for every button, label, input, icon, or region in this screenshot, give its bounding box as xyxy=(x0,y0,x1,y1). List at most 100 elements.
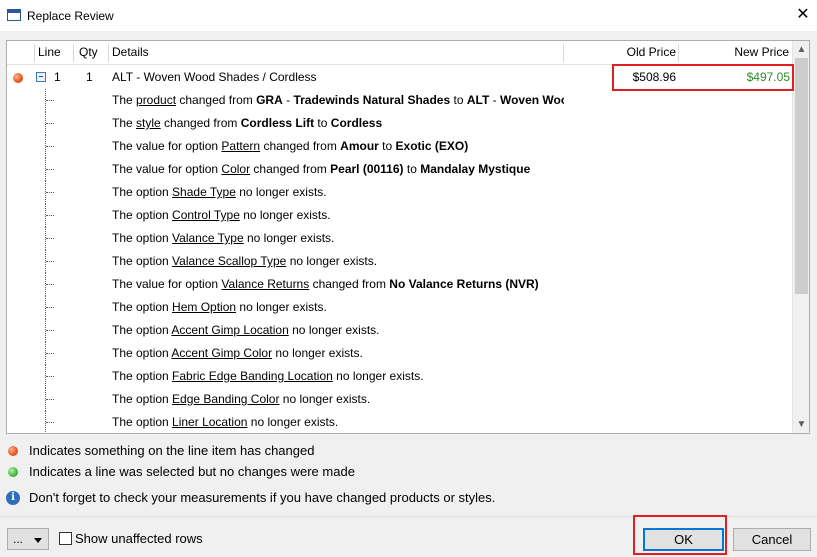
option-name-link[interactable]: Valance Scallop Type xyxy=(172,254,286,268)
option-name-link[interactable]: Valance Returns xyxy=(221,277,309,291)
price-highlight-box xyxy=(612,64,794,91)
option-name-link[interactable]: Control Type xyxy=(172,208,240,222)
change-detail-row[interactable]: The option Accent Gimp Color no longer e… xyxy=(7,342,792,365)
change-detail-row[interactable]: The option Valance Type no longer exists… xyxy=(7,227,792,250)
show-unaffected-rows-checkbox[interactable] xyxy=(59,532,72,545)
detail-text: - xyxy=(489,93,500,107)
column-header-qty[interactable]: Qty xyxy=(79,41,98,65)
column-separator[interactable] xyxy=(563,44,564,62)
scroll-up-arrow-icon[interactable]: ▲ xyxy=(793,41,809,58)
green-dot-icon xyxy=(8,467,18,477)
scroll-down-arrow-icon[interactable]: ▼ xyxy=(793,416,809,433)
window-title: Replace Review xyxy=(27,9,114,23)
change-detail-row[interactable]: The option Liner Location no longer exis… xyxy=(7,411,792,433)
detail-text: The option xyxy=(112,208,173,222)
show-unaffected-rows-label[interactable]: Show unaffected rows xyxy=(75,531,203,547)
tree-connector-branch xyxy=(46,215,54,216)
title-bar: Replace Review ✕ xyxy=(0,0,817,31)
column-separator[interactable] xyxy=(73,44,74,62)
value-text: Mandalay Mystique xyxy=(420,162,531,176)
detail-text: changed from xyxy=(309,277,390,291)
cancel-button[interactable]: Cancel xyxy=(733,528,811,551)
detail-text: no longer exists. xyxy=(243,231,335,245)
legend-unchanged-text: Indicates a line was selected but no cha… xyxy=(29,464,355,479)
change-detail-row[interactable]: The option Accent Gimp Location no longe… xyxy=(7,319,792,342)
change-detail-text: The option Accent Gimp Location no longe… xyxy=(112,319,564,342)
detail-text: no longer exists. xyxy=(288,323,380,337)
change-detail-text: The style changed from Cordless Lift to … xyxy=(112,112,564,135)
option-name-link[interactable]: Accent Gimp Location xyxy=(171,323,288,337)
grid-rows: 1 1 ALT - Woven Wood Shades / Cordless $… xyxy=(7,66,792,433)
column-separator[interactable] xyxy=(108,44,109,62)
detail-text: The value for option xyxy=(112,277,222,291)
vertical-scrollbar[interactable]: ▲ ▼ xyxy=(792,41,809,433)
tree-connector-branch xyxy=(46,123,54,124)
column-header-details[interactable]: Details xyxy=(112,41,149,65)
collapse-toggle-icon[interactable] xyxy=(36,72,46,82)
window-icon xyxy=(7,9,21,21)
detail-text: to xyxy=(378,139,396,153)
change-detail-text: The option Hem Option no longer exists. xyxy=(112,296,564,319)
change-detail-row[interactable]: The option Shade Type no longer exists. xyxy=(7,181,792,204)
scrollbar-thumb[interactable] xyxy=(795,58,808,294)
option-name-link[interactable]: Color xyxy=(221,162,250,176)
quantity: 1 xyxy=(86,70,93,84)
option-name-link[interactable]: style xyxy=(136,116,161,130)
close-icon[interactable]: ✕ xyxy=(795,6,811,24)
column-header-new-price[interactable]: New Price xyxy=(682,41,789,65)
detail-text: The option xyxy=(112,369,173,383)
value-text: Exotic (EXO) xyxy=(395,139,469,153)
value-text: Amour xyxy=(340,139,379,153)
detail-text: changed from xyxy=(250,162,331,176)
option-name-link[interactable]: Shade Type xyxy=(172,185,236,199)
ok-highlight-box xyxy=(633,515,727,555)
more-actions-label: ... xyxy=(13,532,24,546)
change-detail-row[interactable]: The product changed from GRA - Tradewind… xyxy=(7,89,792,112)
option-name-link[interactable]: Edge Banding Color xyxy=(172,392,279,406)
change-detail-row[interactable]: The value for option Color changed from … xyxy=(7,158,792,181)
column-header-old-price[interactable]: Old Price xyxy=(567,41,676,65)
more-actions-dropdown-button[interactable]: ... xyxy=(7,528,49,550)
option-name-link[interactable]: Pattern xyxy=(221,139,260,153)
change-detail-row[interactable]: The option Hem Option no longer exists. xyxy=(7,296,792,319)
value-text: Cordless xyxy=(330,116,383,130)
change-detail-text: The option Accent Gimp Color no longer e… xyxy=(112,342,564,365)
option-name-link[interactable]: Valance Type xyxy=(172,231,244,245)
change-detail-text: The option Liner Location no longer exis… xyxy=(112,411,564,433)
column-separator[interactable] xyxy=(678,44,679,62)
detail-text: The option xyxy=(112,346,172,360)
change-detail-row[interactable]: The style changed from Cordless Lift to … xyxy=(7,112,792,135)
change-detail-row[interactable]: The option Valance Scallop Type no longe… xyxy=(7,250,792,273)
option-name-link[interactable]: Accent Gimp Color xyxy=(171,346,272,360)
detail-text: changed from xyxy=(260,139,341,153)
changed-status-dot-icon xyxy=(13,73,23,83)
column-separator[interactable] xyxy=(34,44,35,62)
chevron-down-icon xyxy=(34,538,42,543)
option-name-link[interactable]: Liner Location xyxy=(172,415,247,429)
tree-connector-branch xyxy=(46,261,54,262)
change-detail-text: The option Shade Type no longer exists. xyxy=(112,181,564,204)
change-detail-row[interactable]: The option Control Type no longer exists… xyxy=(7,204,792,227)
change-detail-row[interactable]: The option Fabric Edge Banding Location … xyxy=(7,365,792,388)
tree-connector-branch xyxy=(46,169,54,170)
option-name-link[interactable]: Hem Option xyxy=(172,300,236,314)
change-detail-text: The option Control Type no longer exists… xyxy=(112,204,564,227)
change-detail-text: The value for option Valance Returns cha… xyxy=(112,273,564,296)
change-detail-row[interactable]: The value for option Pattern changed fro… xyxy=(7,135,792,158)
change-detail-row[interactable]: The value for option Valance Returns cha… xyxy=(7,273,792,296)
detail-text: The option xyxy=(112,231,173,245)
column-header-line[interactable]: Line xyxy=(38,41,61,65)
detail-text: to xyxy=(314,116,331,130)
replace-review-grid[interactable]: Line Qty Details Old Price New Price 1 1… xyxy=(6,40,810,434)
detail-text: The option xyxy=(112,323,172,337)
option-name-link[interactable]: product xyxy=(136,93,176,107)
detail-text: no longer exists. xyxy=(236,300,327,314)
change-detail-row[interactable]: The option Edge Banding Color no longer … xyxy=(7,388,792,411)
detail-text: no longer exists. xyxy=(247,415,339,429)
tree-connector-branch xyxy=(46,307,54,308)
detail-text: The option xyxy=(112,415,173,429)
detail-text: The value for option xyxy=(112,162,222,176)
detail-text: changed from xyxy=(160,116,241,130)
option-name-link[interactable]: Fabric Edge Banding Location xyxy=(172,369,333,383)
line-item-details: ALT - Woven Wood Shades / Cordless xyxy=(112,70,317,84)
